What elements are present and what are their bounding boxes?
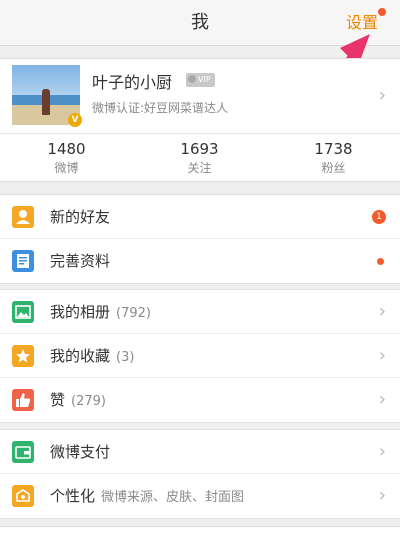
menu-item-count: (3) xyxy=(116,350,135,365)
menu-item-label: 我的相册 (792) xyxy=(50,290,151,336)
divider xyxy=(0,133,400,134)
stat-weibo[interactable]: 1480 微博 xyxy=(0,139,133,177)
menu-item-description: 微博来源、皮肤、封面图 xyxy=(101,490,245,505)
new-friends-count-badge: 1 xyxy=(372,210,386,224)
menu-item-text: 个性化 xyxy=(50,487,96,505)
menu-item-text: 赞 xyxy=(50,391,66,409)
verified-badge-icon: V xyxy=(68,113,82,127)
menu-item-label: 微博支付 xyxy=(50,443,111,461)
personalize-icon xyxy=(12,485,34,507)
stats-bar: 1480 微博 1693 关注 1738 粉丝 xyxy=(0,139,400,179)
menu-item-label: 新的好友 xyxy=(50,208,111,226)
menu-item-new-friends[interactable]: 新的好友 1 xyxy=(0,195,400,239)
menu-item-label: 我的收藏 (3) xyxy=(50,334,134,380)
star-icon xyxy=(12,345,34,367)
menu-item-personalize[interactable]: 个性化 微博来源、皮肤、封面图 › xyxy=(0,474,400,518)
menu-item-favorites[interactable]: 我的收藏 (3) › xyxy=(0,334,400,378)
menu-item-label: 完善资料 xyxy=(50,252,111,270)
next-group-edge xyxy=(0,526,400,538)
thumbs-up-icon xyxy=(12,389,34,411)
stat-value: 1738 xyxy=(314,140,353,158)
menu-item-weibo-pay[interactable]: 微博支付 › xyxy=(0,430,400,474)
menu-group-friends: 新的好友 1 完善资料 xyxy=(0,194,400,284)
menu-item-text: 我的收藏 xyxy=(50,347,111,365)
menu-item-complete-profile[interactable]: 完善资料 xyxy=(0,239,400,283)
menu-item-label: 赞 (279) xyxy=(50,378,106,424)
chevron-right-icon: › xyxy=(378,389,386,410)
chevron-right-icon: › xyxy=(378,485,386,506)
notification-dot xyxy=(377,258,384,265)
chevron-right-icon: › xyxy=(378,345,386,366)
vip-badge: VIP xyxy=(186,73,215,87)
menu-group-settings: 微博支付 › 个性化 微博来源、皮肤、封面图 › xyxy=(0,429,400,519)
chevron-right-icon: › xyxy=(378,301,386,322)
profile-form-icon xyxy=(12,250,34,272)
menu-item-likes[interactable]: 赞 (279) › xyxy=(0,378,400,422)
menu-item-photo-album[interactable]: 我的相册 (792) › xyxy=(0,290,400,334)
wallet-icon xyxy=(12,441,34,463)
menu-item-count: (279) xyxy=(71,394,106,409)
verification-text: 微博认证:好豆网菜谱达人 xyxy=(92,101,229,115)
menu-item-text: 我的相册 xyxy=(50,303,111,321)
chevron-right-icon: › xyxy=(378,85,386,106)
stat-label: 粉丝 xyxy=(321,161,346,175)
photo-album-icon xyxy=(12,301,34,323)
stat-label: 微博 xyxy=(54,161,79,175)
stat-value: 1693 xyxy=(180,140,219,158)
stat-followers[interactable]: 1738 粉丝 xyxy=(267,139,400,177)
profile-name: 叶子的小厨 xyxy=(92,73,173,92)
profile-card[interactable]: V 叶子的小厨 VIP 微博认证:好豆网菜谱达人 › 1480 微博 1693 … xyxy=(0,58,400,182)
menu-item-count: (792) xyxy=(116,306,151,321)
stat-value: 1480 xyxy=(47,140,86,158)
avatar-figure xyxy=(42,89,50,115)
person-icon xyxy=(12,206,34,228)
menu-item-label: 个性化 微博来源、皮肤、封面图 xyxy=(50,474,244,520)
menu-group-content: 我的相册 (792) › 我的收藏 (3) › 赞 (279) › xyxy=(0,289,400,423)
stat-following[interactable]: 1693 关注 xyxy=(133,139,266,177)
stat-label: 关注 xyxy=(187,161,212,175)
chevron-right-icon: › xyxy=(378,441,386,462)
settings-notification-dot xyxy=(378,8,386,16)
